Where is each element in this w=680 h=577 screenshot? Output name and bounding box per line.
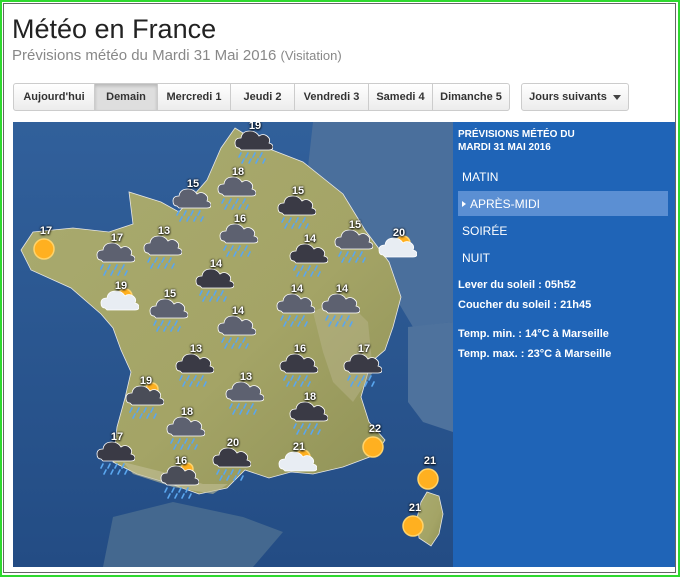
forecast-marker[interactable]: 15	[171, 178, 215, 224]
forecast-marker[interactable]: 15	[276, 185, 320, 231]
forecast-marker[interactable]: 21	[277, 441, 321, 487]
forecast-temperature: 19	[139, 375, 153, 387]
forecast-marker[interactable]: 17	[24, 225, 68, 271]
forecast-marker[interactable]: 21	[408, 455, 452, 501]
forecast-marker[interactable]: 17	[95, 431, 139, 477]
forecast-temperature: 19	[248, 122, 262, 132]
next-days-dropdown[interactable]: Jours suivants	[521, 83, 629, 111]
forecast-marker[interactable]: 15	[333, 219, 377, 265]
tab-wednesday[interactable]: Mercredi 1	[158, 83, 231, 111]
saint-of-the-day: (Visitation)	[280, 48, 342, 63]
forecast-temperature: 13	[157, 225, 171, 237]
day-tabs: Aujourd'hui Demain Mercredi 1 Jeudi 2 Ve…	[13, 83, 510, 111]
forecast-date-text: Prévisions météo du Mardi 31 Mai 2016	[12, 47, 277, 64]
forecast-marker[interactable]: 22	[353, 423, 397, 469]
forecast-temperature: 15	[348, 219, 362, 231]
forecast-marker[interactable]: 18	[216, 166, 260, 212]
forecast-temperature: 21	[423, 455, 437, 467]
forecast-marker[interactable]: 13	[224, 371, 268, 417]
forecast-marker[interactable]: 14	[216, 305, 260, 351]
forecast-temperature: 18	[231, 166, 245, 178]
forecast-temperature: 15	[291, 185, 305, 197]
sunrise-text: Lever du soleil : 05h52	[458, 279, 576, 291]
forecast-temperature: 18	[303, 391, 317, 403]
period-night[interactable]: NUIT	[458, 245, 668, 270]
forecast-temperature: 14	[231, 305, 245, 317]
forecast-temperature: 17	[110, 232, 124, 244]
forecast-temperature: 14	[303, 233, 317, 245]
sunset-text: Coucher du soleil : 21h45	[458, 299, 592, 311]
forecast-temperature: 16	[233, 213, 247, 225]
forecast-panel: PRÉVISIONS MÉTÉO DU MARDI 31 MAI 2016 MA…	[453, 122, 675, 567]
forecast-temperature: 20	[392, 227, 406, 239]
forecast-marker[interactable]: 14	[320, 283, 364, 329]
forecast-temperature: 20	[226, 437, 240, 449]
forecast-marker[interactable]: 14	[194, 258, 238, 304]
forecast-temperature: 17	[110, 431, 124, 443]
forecast-temperature: 14	[209, 258, 223, 270]
forecast-marker[interactable]: 16	[159, 455, 203, 501]
tab-tomorrow[interactable]: Demain	[95, 83, 158, 111]
panel-title: PRÉVISIONS MÉTÉO DU MARDI 31 MAI 2016	[458, 128, 668, 154]
forecast-temperature: 21	[292, 441, 306, 453]
forecast-marker[interactable]: 16	[278, 343, 322, 389]
next-days-label: Jours suivants	[529, 91, 607, 103]
forecast-temperature: 13	[239, 371, 253, 383]
forecast-marker[interactable]: 13	[174, 343, 218, 389]
tab-today[interactable]: Aujourd'hui	[13, 83, 95, 111]
forecast-temperature: 15	[163, 288, 177, 300]
forecast-temperature: 16	[174, 455, 188, 467]
tab-saturday[interactable]: Samedi 4	[369, 83, 433, 111]
forecast-marker[interactable]: 19	[124, 375, 168, 421]
forecast-marker[interactable]: 20	[211, 437, 255, 483]
forecast-temperature: 15	[186, 178, 200, 190]
forecast-temperature: 21	[408, 502, 422, 514]
page-title: Météo en France	[12, 14, 217, 44]
tab-thursday[interactable]: Jeudi 2	[231, 83, 295, 111]
forecast-temperature: 17	[357, 343, 371, 355]
forecast-marker[interactable]: 13	[142, 225, 186, 271]
forecast-temperature: 14	[290, 283, 304, 295]
period-afternoon[interactable]: APRÈS-MIDI	[458, 191, 668, 216]
period-evening[interactable]: SOIRÉE	[458, 218, 668, 243]
tab-friday[interactable]: Vendredi 3	[295, 83, 369, 111]
forecast-temperature: 14	[335, 283, 349, 295]
forecast-marker[interactable]: 19	[233, 122, 277, 166]
tab-sunday[interactable]: Dimanche 5	[433, 83, 510, 111]
triangle-right-icon	[462, 200, 466, 207]
temp-min-text: Temp. min. : 14°C à Marseille	[458, 328, 609, 340]
forecast-temperature: 18	[180, 406, 194, 418]
forecast-marker[interactable]: 15	[148, 288, 192, 334]
forecast-marker[interactable]: 18	[165, 406, 209, 452]
caret-down-icon	[612, 94, 621, 100]
forecast-temperature: 16	[293, 343, 307, 355]
forecast-marker[interactable]: 16	[218, 213, 262, 259]
temp-max-text: Temp. max. : 23°C à Marseille	[458, 348, 612, 360]
period-morning[interactable]: MATIN	[458, 164, 668, 189]
forecast-marker[interactable]: 19	[99, 280, 143, 326]
forecast-temperature: 17	[39, 225, 53, 237]
forecast-temperature: 13	[189, 343, 203, 355]
period-night-label: NUIT	[462, 250, 490, 265]
forecast-temperature: 19	[114, 280, 128, 292]
forecast-marker[interactable]: 21	[393, 502, 437, 548]
forecast-marker[interactable]: 20	[377, 227, 421, 273]
period-morning-label: MATIN	[462, 169, 499, 184]
forecast-marker[interactable]: 17	[342, 343, 386, 389]
forecast-marker[interactable]: 14	[288, 233, 332, 279]
weather-map: 19 18 15 15 16 17 17 13 15 14 20 14 19 15 14 14 14 13 16 17…	[13, 122, 453, 567]
forecast-temperature: 22	[368, 423, 382, 435]
forecast-marker[interactable]: 17	[95, 232, 139, 278]
page-subtitle: Prévisions météo du Mardi 31 Mai 2016 (V…	[12, 47, 342, 64]
period-evening-label: SOIRÉE	[462, 223, 508, 238]
forecast-marker[interactable]: 14	[275, 283, 319, 329]
panel-title-line2: MARDI 31 MAI 2016	[458, 142, 551, 153]
period-afternoon-label: APRÈS-MIDI	[470, 196, 541, 211]
forecast-marker[interactable]: 18	[288, 391, 332, 437]
panel-title-line1: PRÉVISIONS MÉTÉO DU	[458, 129, 575, 140]
